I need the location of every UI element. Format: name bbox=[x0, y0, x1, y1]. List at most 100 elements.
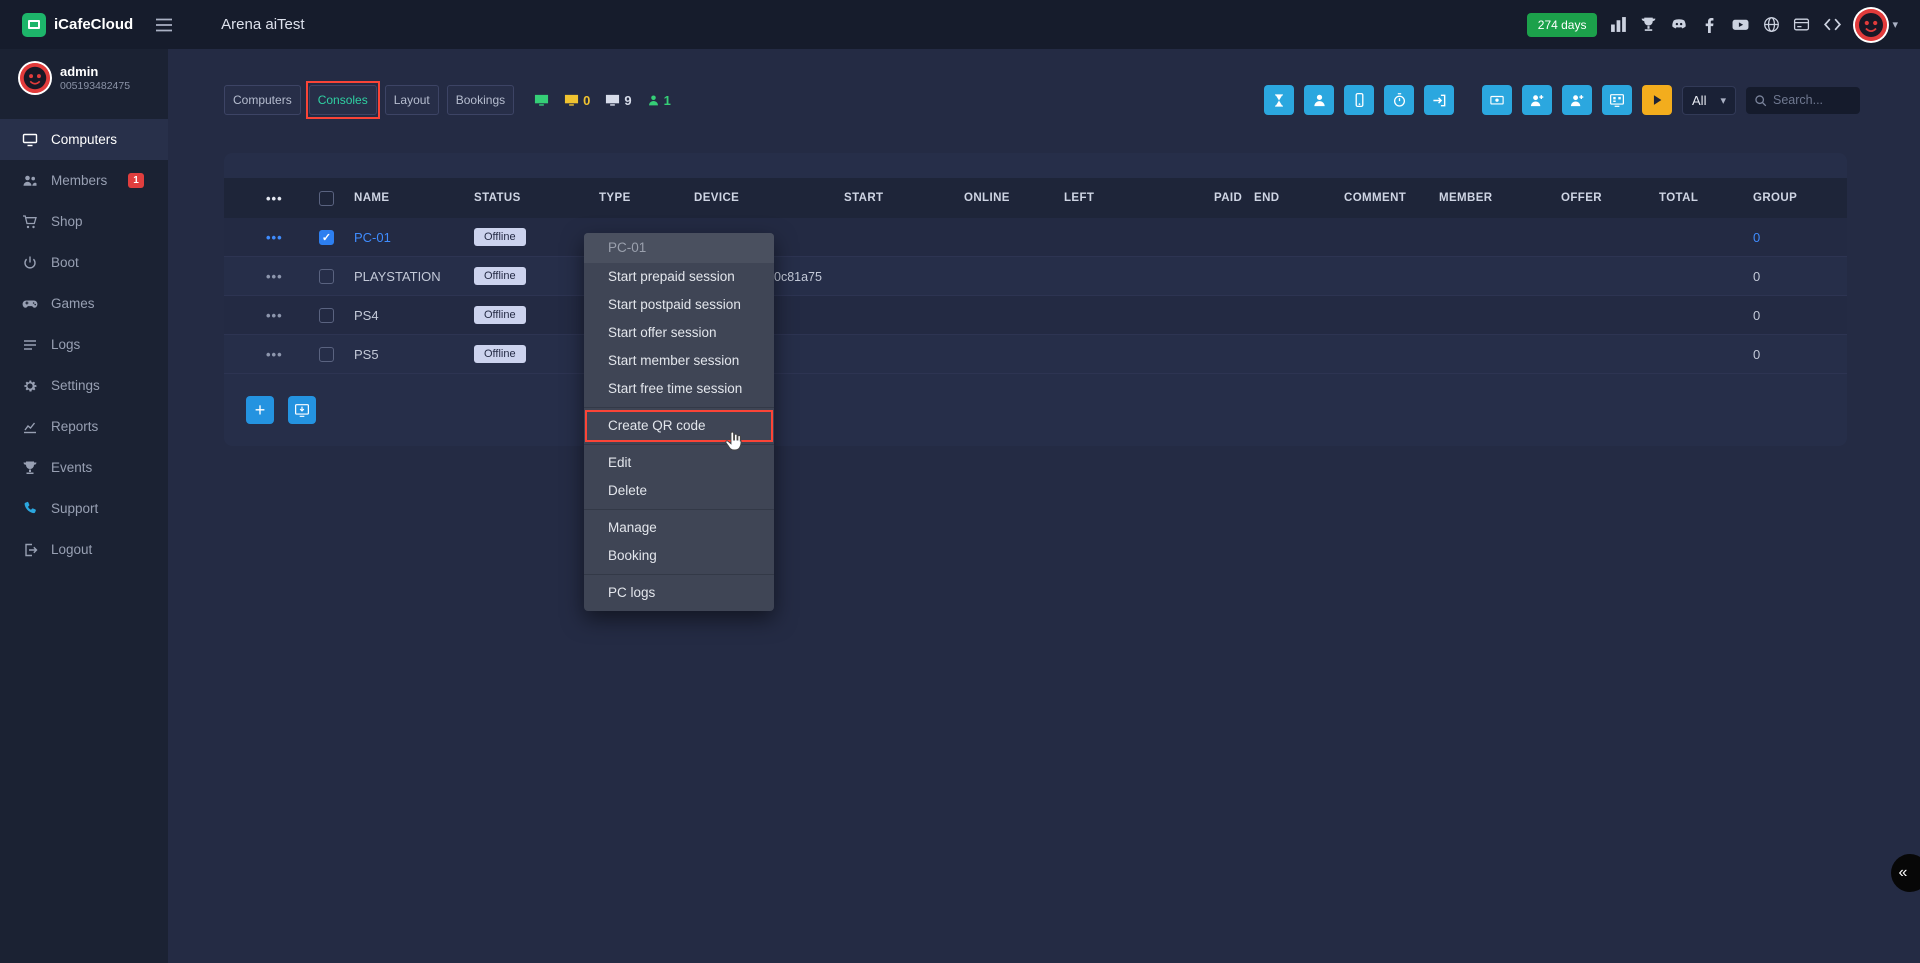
globe-icon[interactable] bbox=[1763, 16, 1780, 33]
hamburger-menu-icon[interactable] bbox=[155, 18, 173, 32]
tab-consoles[interactable]: Consoles bbox=[309, 85, 377, 115]
license-days-badge[interactable]: 274 days bbox=[1527, 13, 1598, 37]
context-menu: PC-01 Start prepaid session Start postpa… bbox=[584, 233, 774, 611]
group-count[interactable]: 0 bbox=[1753, 308, 1847, 323]
toolbar-actions: All ▾ bbox=[1264, 85, 1860, 115]
col-name: NAME bbox=[354, 192, 474, 204]
facebook-icon[interactable] bbox=[1701, 16, 1718, 33]
user-menu[interactable]: ▾ bbox=[1855, 9, 1898, 41]
console-name[interactable]: PC-01 bbox=[354, 230, 474, 245]
chevron-down-icon: ▾ bbox=[1892, 18, 1898, 31]
monitor-icon bbox=[22, 132, 38, 148]
tab-layout[interactable]: Layout bbox=[385, 85, 439, 115]
sidebar-item-label: Support bbox=[51, 501, 98, 516]
add-member-button[interactable] bbox=[1522, 85, 1552, 115]
sidebar-item-logout[interactable]: Logout bbox=[0, 529, 168, 570]
sidebar-item-shop[interactable]: Shop bbox=[0, 201, 168, 242]
console-install-button[interactable] bbox=[288, 396, 316, 424]
members-icon bbox=[22, 173, 38, 189]
row-menu-dots[interactable]: ••• bbox=[224, 347, 299, 362]
sidebar-item-computers[interactable]: Computers bbox=[0, 119, 168, 160]
console-name[interactable]: PS4 bbox=[354, 308, 474, 323]
menu-item-start-member-session[interactable]: Start member session bbox=[584, 347, 774, 375]
table-row: ••• PLAYSTATION Offline 0c81a75 0 bbox=[224, 257, 1847, 296]
toolbar: Computers Consoles Layout Bookings 0 9 1 bbox=[224, 84, 1860, 116]
brand-name: iCafeCloud bbox=[54, 16, 133, 33]
sidebar-item-label: Events bbox=[51, 460, 92, 475]
menu-divider bbox=[584, 444, 774, 445]
console-name[interactable]: PLAYSTATION bbox=[354, 269, 474, 284]
menu-item-edit[interactable]: Edit bbox=[584, 449, 774, 477]
sidebar-item-reports[interactable]: Reports bbox=[0, 406, 168, 447]
mobile-app-button[interactable] bbox=[1344, 85, 1374, 115]
row-checkbox[interactable] bbox=[319, 347, 334, 362]
member-session-button[interactable] bbox=[1304, 85, 1334, 115]
menu-item-start-prepaid-session[interactable]: Start prepaid session bbox=[584, 263, 774, 291]
menu-item-start-postpaid-session[interactable]: Start postpaid session bbox=[584, 291, 774, 319]
status-filter-select[interactable]: All ▾ bbox=[1682, 86, 1736, 115]
menu-item-booking[interactable]: Booking bbox=[584, 542, 774, 570]
discord-icon[interactable] bbox=[1670, 16, 1688, 33]
col-left: LEFT bbox=[1064, 192, 1214, 204]
billing-card-icon[interactable] bbox=[1793, 16, 1810, 33]
group-count[interactable]: 0 bbox=[1753, 347, 1847, 362]
hourglass-icon bbox=[1272, 93, 1286, 108]
checkout-button[interactable] bbox=[1424, 85, 1454, 115]
menu-divider bbox=[584, 509, 774, 510]
sidebar-item-support[interactable]: Support bbox=[0, 488, 168, 529]
sidebar-item-games[interactable]: Games bbox=[0, 283, 168, 324]
sidebar-user[interactable]: admin 005193482475 bbox=[0, 49, 168, 105]
sidebar-item-events[interactable]: Events bbox=[0, 447, 168, 488]
add-console-button[interactable]: + bbox=[246, 396, 274, 424]
menu-item-start-offer-session[interactable]: Start offer session bbox=[584, 319, 774, 347]
sign-out-icon bbox=[1432, 93, 1447, 108]
menu-item-start-free-time-session[interactable]: Start free time session bbox=[584, 375, 774, 403]
select-all-checkbox[interactable] bbox=[319, 191, 334, 206]
hourglass-session-button[interactable] bbox=[1264, 85, 1294, 115]
menu-item-manage[interactable]: Manage bbox=[584, 514, 774, 542]
col-member: MEMBER bbox=[1439, 192, 1561, 204]
avatar[interactable] bbox=[1855, 9, 1887, 41]
col-comment: COMMENT bbox=[1344, 192, 1439, 204]
sidebar: admin 005193482475 Computers Members 1 S… bbox=[0, 49, 168, 963]
monitor-icon bbox=[534, 93, 549, 108]
chevron-down-icon: ▾ bbox=[1720, 94, 1726, 107]
cash-button[interactable] bbox=[1482, 85, 1512, 115]
tab-bookings[interactable]: Bookings bbox=[447, 85, 514, 115]
group-count[interactable]: 0 bbox=[1753, 269, 1847, 284]
partners-icon[interactable] bbox=[1823, 16, 1842, 33]
apps-icon[interactable] bbox=[1610, 16, 1627, 33]
sidebar-item-members[interactable]: Members 1 bbox=[0, 160, 168, 201]
row-menu-dots[interactable]: ••• bbox=[224, 230, 299, 245]
add-guest-button[interactable] bbox=[1562, 85, 1592, 115]
sidebar-item-settings[interactable]: Settings bbox=[0, 365, 168, 406]
row-menu-dots[interactable]: ••• bbox=[224, 308, 299, 323]
monitor-download-icon bbox=[294, 403, 310, 418]
trophy-icon[interactable] bbox=[1640, 16, 1657, 33]
table-header: ••• NAME STATUS TYPE DEVICE START ONLINE… bbox=[224, 178, 1847, 218]
qr-monitor-button[interactable] bbox=[1602, 85, 1632, 115]
tab-computers[interactable]: Computers bbox=[224, 85, 301, 115]
table-row: ••• PS5 Offline 0 bbox=[224, 335, 1847, 374]
group-count[interactable]: 0 bbox=[1753, 230, 1847, 245]
sidebar-item-boot[interactable]: Boot bbox=[0, 242, 168, 283]
sidebar-item-logs[interactable]: Logs bbox=[0, 324, 168, 365]
row-checkbox[interactable] bbox=[319, 269, 334, 284]
sidebar-item-label: Reports bbox=[51, 419, 98, 434]
row-checkbox[interactable] bbox=[319, 308, 334, 323]
cafe-title: Arena aiTest bbox=[221, 16, 304, 33]
start-session-button[interactable] bbox=[1642, 85, 1672, 115]
row-checkbox[interactable] bbox=[319, 230, 334, 245]
person-plus-icon bbox=[1569, 93, 1585, 108]
row-menu-dots[interactable]: ••• bbox=[224, 269, 299, 284]
search-icon bbox=[1754, 94, 1767, 107]
timer-button[interactable] bbox=[1384, 85, 1414, 115]
console-name[interactable]: PS5 bbox=[354, 347, 474, 362]
menu-item-create-qr-code[interactable]: Create QR code bbox=[584, 412, 774, 440]
menu-item-pc-logs[interactable]: PC logs bbox=[584, 579, 774, 607]
phone-icon bbox=[22, 501, 38, 517]
youtube-icon[interactable] bbox=[1731, 16, 1750, 33]
search-input[interactable] bbox=[1773, 93, 1853, 107]
panel-actions: + bbox=[246, 396, 1847, 424]
menu-item-delete[interactable]: Delete bbox=[584, 477, 774, 505]
